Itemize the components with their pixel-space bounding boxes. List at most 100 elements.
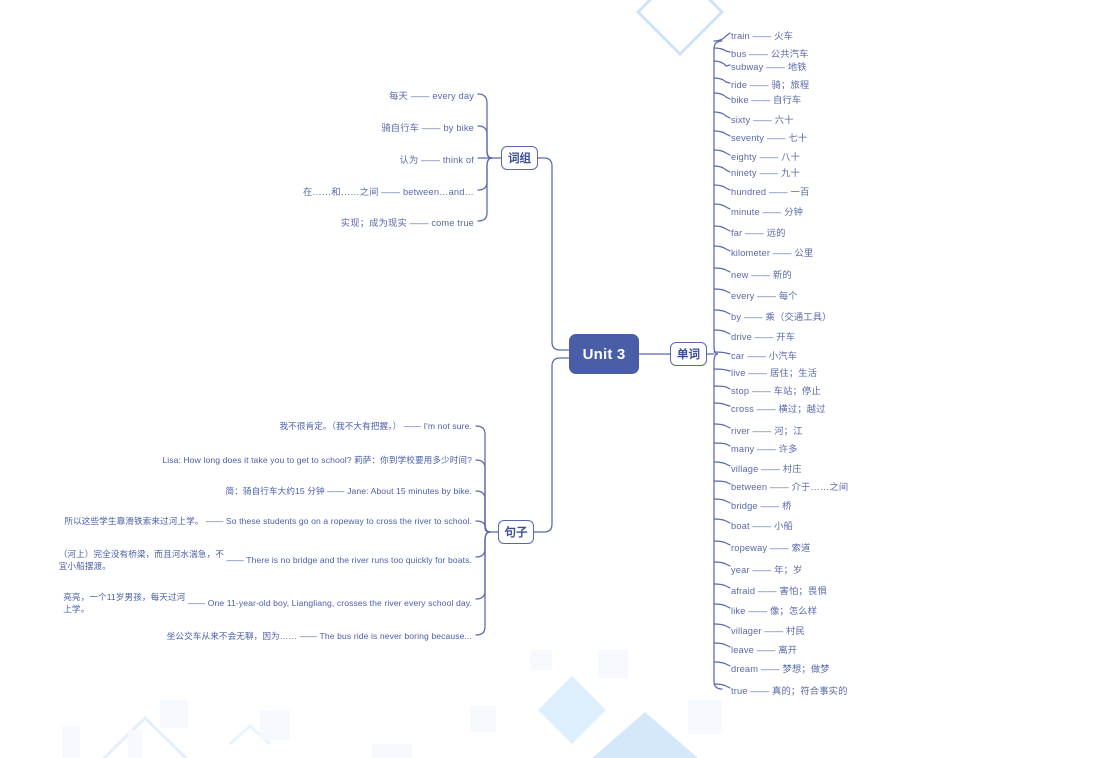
word-leaf[interactable]: train —— 火车 bbox=[731, 28, 793, 42]
phrase-leaf[interactable]: 每天 —— every day bbox=[389, 88, 474, 102]
separator-dash: —— bbox=[766, 187, 791, 197]
word-leaf[interactable]: between —— 介于……之间 bbox=[731, 479, 848, 493]
category-node-sentences[interactable]: 句子 bbox=[498, 520, 534, 544]
phrase-english: by bike bbox=[443, 123, 474, 133]
word-chinese: 六十 bbox=[774, 115, 794, 125]
sentence-chinese: 坐公交车从来不会无聊，因为…… bbox=[166, 631, 298, 641]
separator-dash: —— bbox=[746, 49, 771, 59]
separator-dash: —— bbox=[749, 386, 774, 396]
word-leaf[interactable]: by —— 乘（交通工具） bbox=[731, 309, 832, 323]
sentence-leaf[interactable]: 简：骑自行车大约15 分钟 —— Jane: About 15 minutes … bbox=[226, 485, 473, 497]
word-leaf[interactable]: leave —— 离开 bbox=[731, 642, 797, 656]
word-leaf[interactable]: drive —— 开车 bbox=[731, 329, 795, 343]
word-leaf[interactable]: sixty —— 六十 bbox=[731, 112, 794, 126]
category-label-sentences: 句子 bbox=[504, 527, 528, 539]
separator-dash: —— bbox=[745, 368, 770, 378]
phrase-chinese: 每天 bbox=[389, 91, 408, 101]
word-leaf[interactable]: new —— 新的 bbox=[731, 267, 792, 281]
separator-dash: —— bbox=[751, 332, 777, 342]
word-leaf[interactable]: village —— 村庄 bbox=[731, 461, 802, 475]
separator-dash: —— bbox=[767, 482, 792, 492]
word-english: hundred bbox=[731, 187, 767, 197]
word-english: car bbox=[731, 351, 745, 361]
sentence-chinese: 我不很肯定。（我不大有把握。） bbox=[279, 421, 402, 431]
sentence-chinese: （河上）完全没有桥梁，而且河水湍急，不 宜小船摆渡。 bbox=[58, 549, 224, 571]
word-chinese: 火车 bbox=[774, 31, 794, 41]
word-leaf[interactable]: hundred —— 一百 bbox=[731, 184, 809, 198]
word-leaf[interactable]: ninety —— 九十 bbox=[731, 165, 800, 179]
sentence-english: Lisa: How long does it take you to get t… bbox=[162, 455, 472, 465]
word-leaf[interactable]: far —— 远的 bbox=[731, 225, 786, 239]
word-leaf[interactable]: bike —— 自行车 bbox=[731, 92, 801, 106]
word-leaf[interactable]: bus —— 公共汽车 bbox=[731, 46, 809, 60]
word-leaf[interactable]: true —— 真的；符合事实的 bbox=[731, 683, 848, 697]
sentence-leaf[interactable]: 亮亮，一个11岁男孩，每天过河 上学。 —— One 11-year-old b… bbox=[63, 592, 472, 615]
separator-dash: —— bbox=[754, 444, 779, 454]
word-chinese: 索道 bbox=[791, 543, 811, 553]
phrase-leaf[interactable]: 在……和……之间 —— between…and… bbox=[303, 184, 474, 198]
sentence-leaf[interactable]: 所以这些学生靠滑铁索来过河上学。 —— So these students go… bbox=[64, 515, 472, 527]
separator-dash: —— bbox=[407, 91, 433, 101]
word-leaf[interactable]: seventy —— 七十 bbox=[731, 130, 807, 144]
separator-dash: —— bbox=[747, 80, 772, 90]
word-leaf[interactable]: year —— 年；岁 bbox=[731, 562, 802, 576]
sentence-leaf[interactable]: 我不很肯定。（我不大有把握。） —— I'm not sure. bbox=[279, 420, 472, 432]
word-leaf[interactable]: many —— 许多 bbox=[731, 441, 798, 455]
separator-dash: —— bbox=[418, 155, 443, 165]
word-leaf[interactable]: villager —— 村民 bbox=[731, 623, 805, 637]
word-english: leave bbox=[731, 645, 754, 655]
word-leaf[interactable]: car —— 小汽车 bbox=[731, 348, 797, 362]
word-english: bus bbox=[731, 49, 747, 59]
phrase-leaf[interactable]: 骑自行车 —— by bike bbox=[381, 120, 474, 134]
word-leaf[interactable]: bridge —— 桥 bbox=[731, 498, 792, 512]
word-leaf[interactable]: ride —— 骑；旅程 bbox=[731, 77, 809, 91]
word-leaf[interactable]: river —— 河；江 bbox=[731, 423, 803, 437]
sentence-english: I'm not sure. bbox=[423, 421, 472, 431]
word-leaf[interactable]: dream —— 梦想；做梦 bbox=[731, 661, 830, 675]
word-leaf[interactable]: stop —— 车站；停止 bbox=[731, 383, 821, 397]
separator-dash: —— bbox=[747, 686, 772, 696]
category-node-phrases[interactable]: 词组 bbox=[501, 146, 538, 170]
word-leaf[interactable]: ropeway —— 索道 bbox=[731, 540, 810, 554]
word-english: minute bbox=[731, 207, 760, 217]
word-english: dream bbox=[731, 664, 759, 674]
word-chinese: 每个 bbox=[778, 291, 798, 301]
separator-dash: —— bbox=[324, 486, 348, 496]
word-leaf[interactable]: kilometer —— 公里 bbox=[731, 245, 813, 259]
word-leaf[interactable]: cross —— 横过；越过 bbox=[731, 401, 826, 415]
category-node-words[interactable]: 单词 bbox=[670, 342, 707, 366]
word-chinese: 分钟 bbox=[784, 207, 804, 217]
word-leaf[interactable]: every —— 每个 bbox=[731, 288, 798, 302]
word-leaf[interactable]: minute —— 分钟 bbox=[731, 204, 803, 218]
separator-dash: —— bbox=[753, 404, 779, 414]
word-english: seventy bbox=[731, 133, 765, 143]
sentence-leaf[interactable]: Lisa: How long does it take you to get t… bbox=[162, 454, 472, 466]
separator-dash: —— bbox=[749, 31, 775, 41]
phrase-leaf[interactable]: 实现；成为现实 —— come true bbox=[341, 215, 474, 229]
phrase-leaf[interactable]: 认为 —— think of bbox=[400, 152, 474, 166]
separator-dash: —— bbox=[406, 218, 432, 228]
sentence-leaf[interactable]: 坐公交车从来不会无聊，因为…… —— The bus ride is never… bbox=[167, 630, 472, 642]
phrase-chinese: 认为 bbox=[399, 155, 419, 165]
word-leaf[interactable]: like —— 像；怎么样 bbox=[731, 603, 817, 617]
word-leaf[interactable]: live —— 居住；生活 bbox=[731, 365, 817, 379]
phrase-chinese: 在……和……之间 bbox=[302, 187, 379, 197]
word-english: live bbox=[731, 368, 746, 378]
sentence-chinese: 亮亮，一个11岁男孩，每天过河 上学。 bbox=[63, 592, 186, 614]
word-chinese: 居住；生活 bbox=[769, 368, 818, 378]
word-chinese: 乘（交通工具） bbox=[765, 312, 832, 322]
word-leaf[interactable]: subway —— 地铁 bbox=[731, 59, 807, 73]
root-node-unit3[interactable]: Unit 3 bbox=[569, 334, 639, 374]
word-leaf[interactable]: afraid —— 害怕；畏惧 bbox=[731, 583, 827, 597]
sentence-leaf[interactable]: （河上）完全没有桥梁，而且河水湍急，不 宜小船摆渡。 —— There is n… bbox=[59, 549, 472, 572]
word-english: true bbox=[731, 686, 748, 696]
word-english: river bbox=[731, 426, 750, 436]
word-chinese: 介于……之间 bbox=[791, 482, 849, 492]
word-chinese: 像；怎么样 bbox=[769, 606, 818, 616]
separator-dash: —— bbox=[764, 133, 789, 143]
word-chinese: 车站；停止 bbox=[773, 386, 821, 396]
word-leaf[interactable]: eighty —— 八十 bbox=[731, 149, 800, 163]
word-leaf[interactable]: boat —— 小船 bbox=[731, 518, 793, 532]
word-chinese: 八十 bbox=[781, 152, 800, 162]
phrase-english: between…and… bbox=[402, 187, 474, 197]
